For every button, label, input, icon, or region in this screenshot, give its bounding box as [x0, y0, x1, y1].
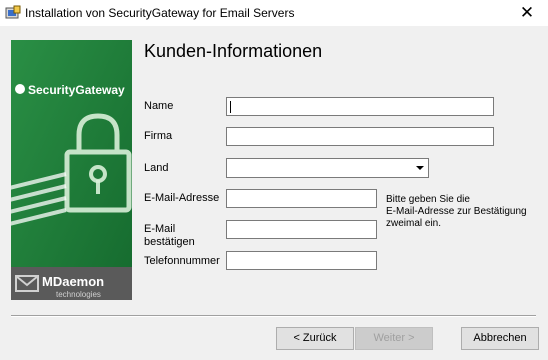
svg-text:technologies: technologies	[56, 290, 101, 299]
country-label: Land	[144, 162, 169, 174]
close-icon[interactable]: ✕	[512, 1, 542, 25]
email-confirm-label-line2: bestätigen	[144, 236, 195, 248]
text-cursor	[230, 101, 231, 113]
email-hint-text: Bitte geben Sie die E-Mail-Adresse zur B…	[386, 194, 536, 230]
email-confirm-field[interactable]	[226, 220, 377, 239]
securitygateway-logo: SecurityGateway	[15, 83, 125, 97]
company-label: Firma	[144, 130, 173, 142]
hint-line: E-Mail-Adresse zur Bestätigung	[386, 206, 527, 217]
title-bar: Installation von SecurityGateway for Ema…	[0, 0, 548, 26]
footer-divider-highlight	[11, 316, 536, 317]
page-title: Kunden-Informationen	[144, 41, 323, 61]
wizard-content: SecurityGateway MDaemon technologies Kun…	[0, 26, 548, 360]
email-field[interactable]	[226, 189, 377, 208]
phone-label: Telefonnummer	[144, 255, 220, 267]
svg-text:MDaemon: MDaemon	[42, 274, 104, 289]
sidebar-banner: SecurityGateway MDaemon technologies	[11, 40, 132, 300]
hint-line: zweimal ein.	[386, 218, 442, 229]
cancel-button[interactable]: Abbrechen	[461, 327, 539, 350]
hint-line: Bitte geben Sie die	[386, 194, 470, 205]
phone-field[interactable]	[226, 251, 377, 270]
country-dropdown[interactable]	[226, 158, 429, 178]
svg-text:SecurityGateway: SecurityGateway	[28, 83, 125, 97]
installer-window: Installation von SecurityGateway for Ema…	[0, 0, 548, 360]
window-title: Installation von SecurityGateway for Ema…	[25, 6, 295, 20]
name-label: Name	[144, 100, 174, 112]
next-button[interactable]: Weiter >	[355, 327, 433, 350]
back-button[interactable]: < Zurück	[276, 327, 354, 350]
name-field[interactable]	[226, 97, 494, 116]
installer-icon	[5, 5, 21, 21]
company-field[interactable]	[226, 127, 494, 146]
chevron-down-icon[interactable]	[413, 160, 427, 175]
email-label: E-Mail-Adresse	[144, 192, 220, 204]
email-confirm-label-line1: E-Mail	[144, 223, 176, 235]
